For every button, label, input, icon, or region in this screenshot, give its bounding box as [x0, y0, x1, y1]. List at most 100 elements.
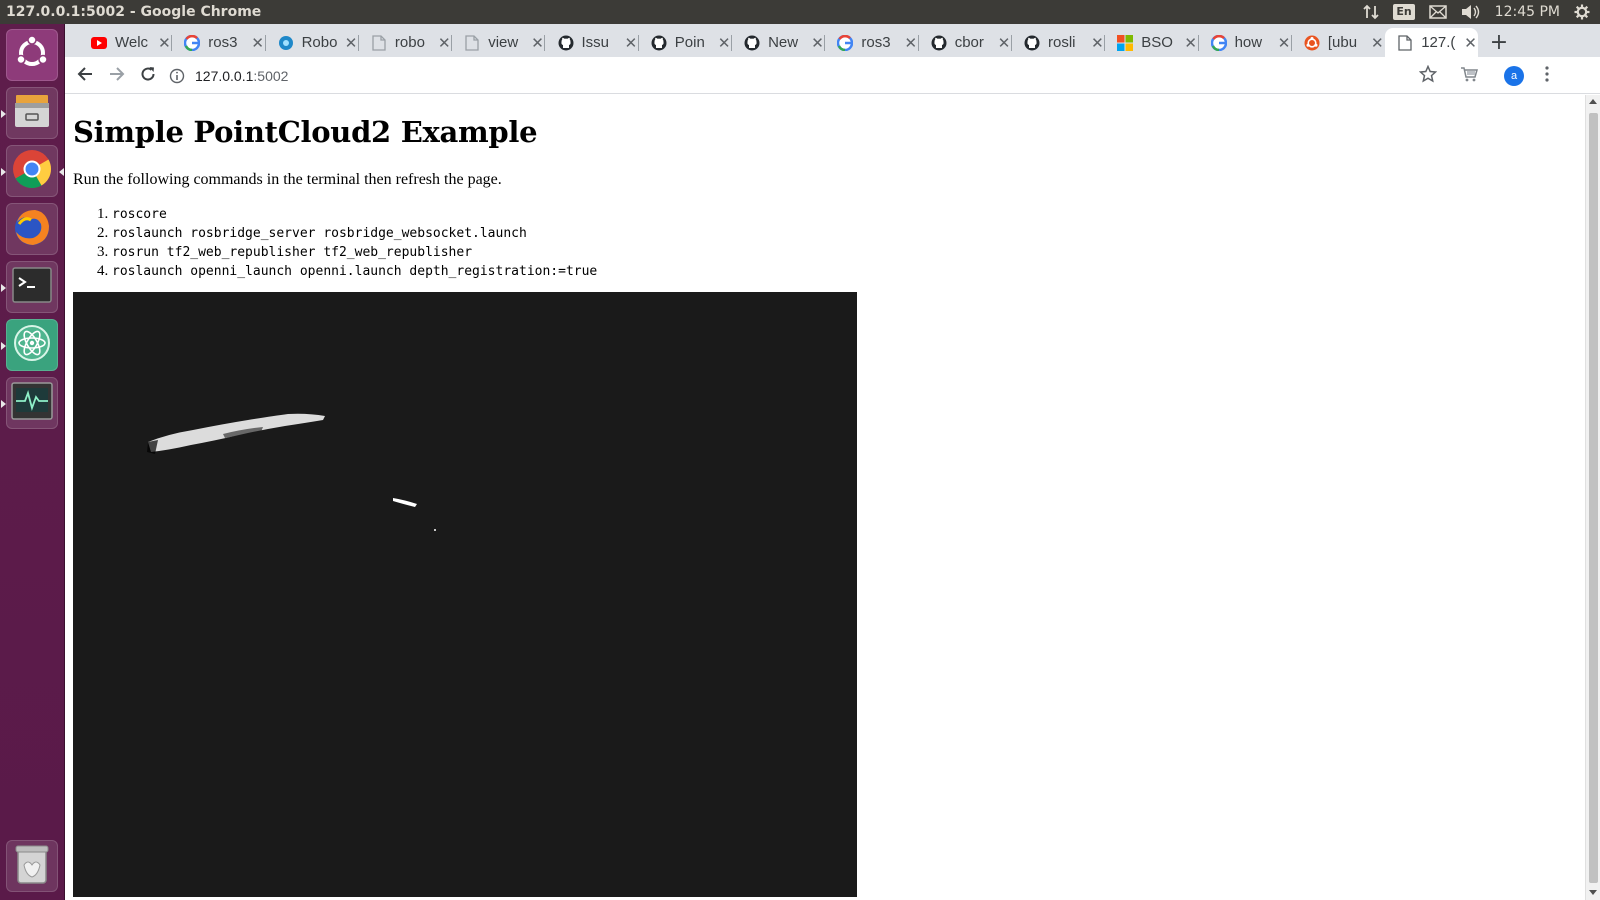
url-host: 127.0.0.1 — [195, 68, 254, 84]
url-port: :5002 — [253, 68, 289, 84]
window-title: 127.0.0.1:5002 - Google Chrome — [6, 4, 262, 20]
volume-icon[interactable] — [1461, 3, 1481, 21]
tab-label: Issu — [581, 34, 610, 51]
github-icon — [651, 35, 667, 51]
new-tab-button[interactable]: + — [1485, 28, 1513, 56]
tab-label: view — [488, 34, 519, 51]
browser-tab[interactable]: robo ✕ — [359, 28, 453, 57]
close-tab-icon[interactable]: ✕ — [436, 34, 452, 52]
github-icon — [558, 35, 574, 51]
close-tab-icon[interactable]: ✕ — [250, 34, 266, 52]
browser-tab[interactable]: how ✕ — [1199, 28, 1292, 57]
close-tab-icon[interactable]: ✕ — [1183, 34, 1199, 52]
browser-tab[interactable]: 127.( ✕ — [1385, 28, 1479, 57]
firefox-icon — [11, 206, 53, 252]
command-item: roscore — [112, 205, 597, 224]
close-tab-icon[interactable]: ✕ — [903, 34, 919, 52]
top-panel: 127.0.0.1:5002 - Google Chrome En 12:45 … — [0, 0, 1600, 24]
chrome-menu-button[interactable] — [1535, 64, 1559, 88]
browser-tab[interactable]: ros3 ✕ — [825, 28, 919, 57]
pointcloud-viewer[interactable] — [73, 292, 857, 897]
close-tab-icon[interactable]: ✕ — [1463, 34, 1479, 52]
keyboard-language-indicator[interactable]: En — [1393, 4, 1415, 20]
pointcloud-canvas — [147, 413, 436, 531]
info-icon[interactable] — [169, 68, 185, 84]
trash-launcher-button[interactable] — [6, 840, 58, 892]
tab-label: Welc — [115, 34, 149, 51]
atom-launcher-button[interactable] — [1, 319, 58, 371]
browser-tab[interactable]: Robo ✕ — [266, 28, 359, 57]
tab-label: Poin — [674, 34, 705, 51]
close-tab-icon[interactable]: ✕ — [716, 34, 732, 52]
bookmark-star-button[interactable] — [1416, 64, 1440, 88]
kebab-menu-icon — [1545, 66, 1549, 86]
browser-tab[interactable]: BSO ✕ — [1105, 28, 1199, 57]
close-tab-icon[interactable]: ✕ — [343, 34, 359, 52]
browser-tab[interactable]: Poin ✕ — [639, 28, 733, 57]
browser-tab[interactable]: view ✕ — [452, 28, 546, 57]
google-icon — [837, 34, 854, 51]
chrome-launcher-button[interactable] — [1, 145, 64, 197]
close-tab-icon[interactable]: ✕ — [1276, 34, 1292, 52]
browser-tab[interactable]: New ✕ — [732, 28, 826, 57]
gear-icon[interactable] — [1574, 3, 1590, 21]
ubuntu-dash-button[interactable] — [6, 29, 58, 81]
cart-icon — [1460, 66, 1478, 86]
close-tab-icon[interactable]: ✕ — [623, 34, 639, 52]
mail-icon[interactable] — [1428, 3, 1447, 21]
tab-label: New — [768, 34, 799, 51]
browser-tab[interactable]: [ubu ✕ — [1292, 28, 1385, 57]
forward-button[interactable] — [105, 64, 129, 88]
browser-tab[interactable]: ros3 ✕ — [172, 28, 266, 57]
ubuntu-icon — [1304, 35, 1320, 51]
tab-strip: Welc ✕ ros3 ✕ Robo ✕ robo ✕ view ✕ Issu ✕ Poin ✕ New ✕ r… — [65, 24, 1600, 57]
tab-label: ros3 — [208, 34, 238, 51]
google-icon — [1210, 34, 1227, 51]
tab-label: [ubu — [1327, 34, 1358, 51]
close-tab-icon[interactable]: ✕ — [996, 34, 1012, 52]
scroll-up-arrow[interactable] — [1589, 99, 1597, 104]
firefox-launcher-button[interactable] — [6, 203, 58, 255]
back-button[interactable] — [73, 64, 97, 88]
browser-tab[interactable]: Welc ✕ — [79, 28, 173, 57]
close-tab-icon[interactable]: ✕ — [810, 34, 826, 52]
launcher — [0, 24, 65, 900]
close-tab-icon[interactable]: ✕ — [157, 34, 173, 52]
github-icon — [1024, 35, 1040, 51]
reload-button[interactable] — [136, 64, 160, 88]
tab-label: Robo — [301, 34, 338, 51]
terminal-launcher-button[interactable] — [1, 261, 58, 313]
network-icon[interactable] — [1363, 3, 1379, 21]
files-launcher-button[interactable] — [1, 87, 58, 139]
atom-icon — [12, 323, 52, 367]
command-item: roslaunch rosbridge_server rosbridge_web… — [112, 224, 597, 243]
page-icon — [371, 34, 387, 51]
youtube-icon — [91, 35, 107, 51]
close-tab-icon[interactable]: ✕ — [1369, 34, 1385, 52]
tab-label: robo — [394, 34, 425, 51]
command-item: rosrun tf2_web_republisher tf2_web_repub… — [112, 243, 597, 262]
tab-label: rosli — [1048, 34, 1076, 51]
system-monitor-launcher-button[interactable] — [1, 377, 58, 429]
system-monitor-icon — [11, 382, 53, 424]
google-icon — [184, 34, 201, 51]
browser-tab[interactable]: cbor ✕ — [919, 28, 1012, 57]
instructions-text: Run the following commands in the termin… — [73, 171, 502, 188]
tab-label: 127.( — [1421, 34, 1456, 51]
scroll-down-arrow[interactable] — [1589, 890, 1597, 895]
page-scrollbar[interactable] — [1585, 95, 1600, 900]
browser-tab[interactable]: Issu ✕ — [546, 28, 639, 57]
address-bar[interactable]: 127.0.0.1:5002 — [169, 62, 1459, 90]
profile-avatar-button[interactable]: a — [1504, 66, 1524, 86]
browser-tab[interactable]: rosli ✕ — [1012, 28, 1106, 57]
chrome-icon — [11, 148, 53, 194]
clock[interactable]: 12:45 PM — [1495, 3, 1560, 21]
close-tab-icon[interactable]: ✕ — [530, 34, 546, 52]
command-list: roscore roslaunch rosbridge_server rosbr… — [112, 205, 597, 281]
trash-icon — [14, 843, 50, 889]
reload-icon — [140, 66, 156, 86]
close-tab-icon[interactable]: ✕ — [1090, 34, 1106, 52]
file-cabinet-icon — [12, 91, 52, 135]
scroll-thumb[interactable] — [1589, 113, 1598, 883]
extension-button[interactable] — [1457, 64, 1481, 88]
